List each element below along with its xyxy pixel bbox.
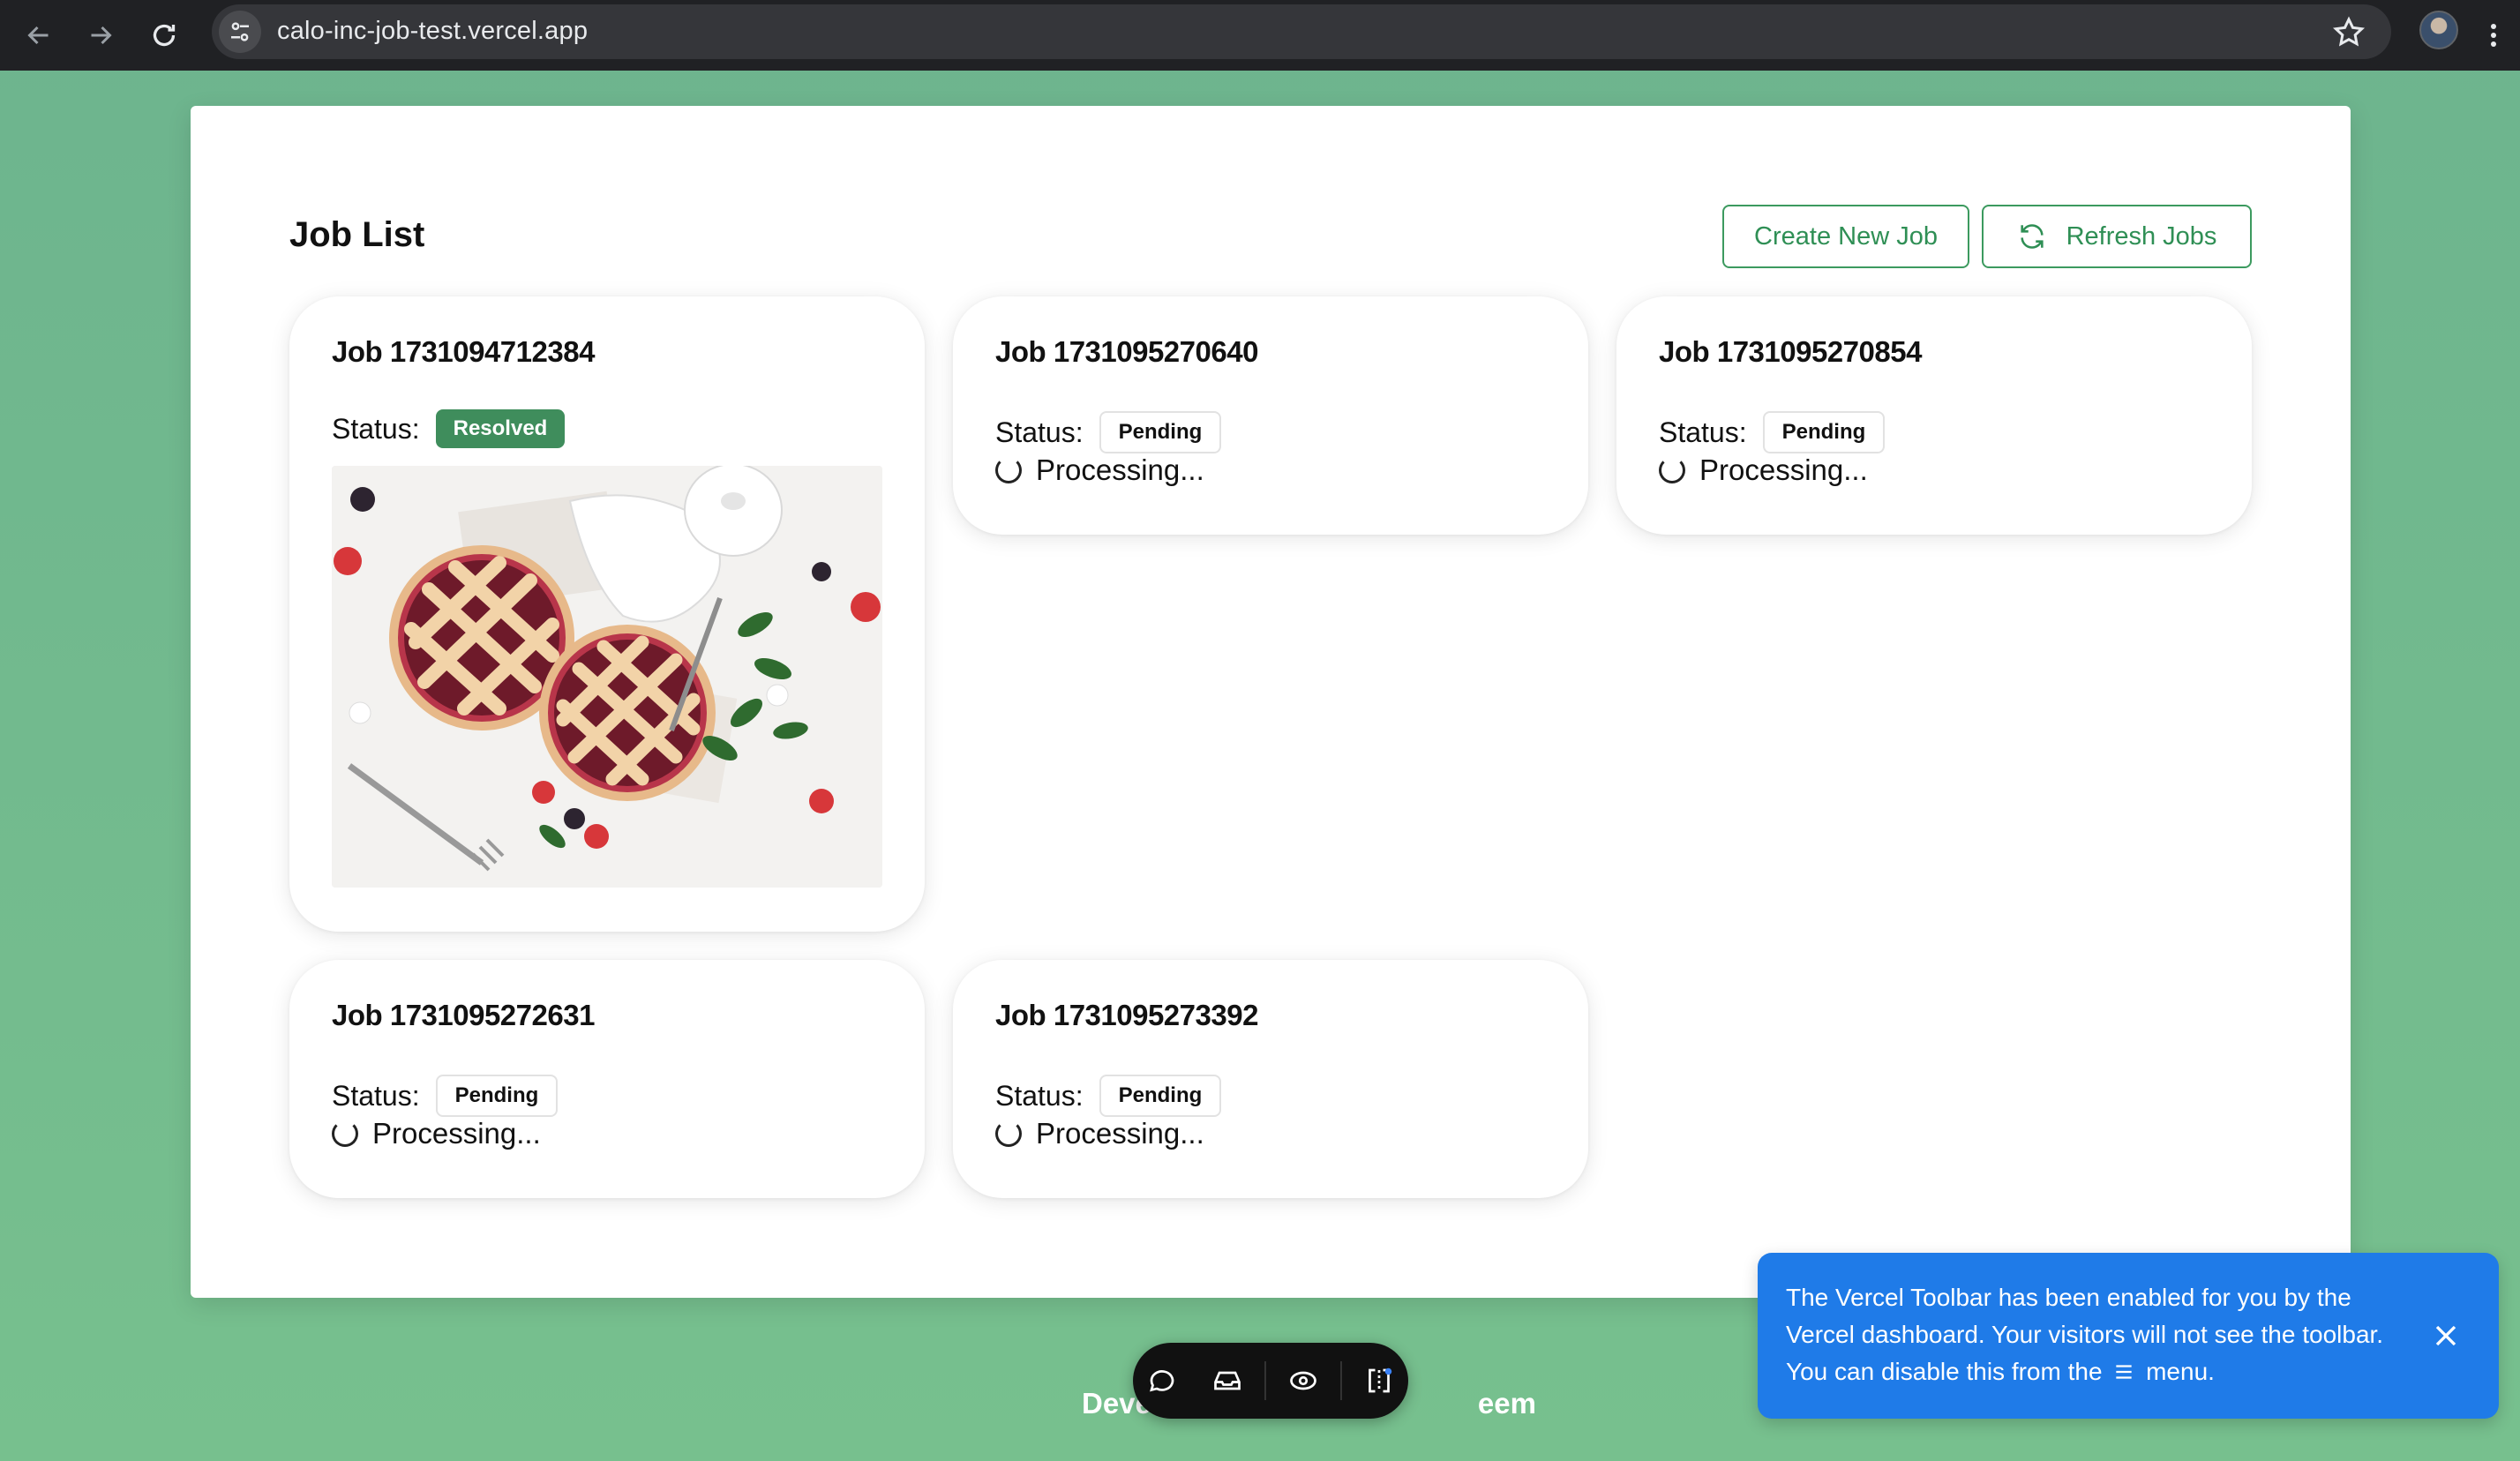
processing-indicator: Processing...	[1659, 453, 1868, 487]
create-new-job-button[interactable]: Create New Job	[1722, 205, 1969, 268]
preview-button[interactable]	[1275, 1352, 1331, 1409]
processing-indicator: Processing...	[995, 1117, 1204, 1150]
status-row: Status: Pending	[995, 411, 1222, 453]
job-title: Job 1731095272631	[332, 999, 595, 1031]
toast-message: The Vercel Toolbar has been enabled for …	[1786, 1284, 2384, 1385]
comment-icon	[1150, 1370, 1174, 1392]
arrow-right-icon	[91, 26, 112, 45]
reload-icon	[153, 24, 176, 47]
status-row: Status: Pending	[1659, 411, 1886, 453]
hamburger-menu-icon	[2116, 1365, 2132, 1379]
spinner-icon	[332, 1120, 358, 1147]
more-vertical-icon	[2491, 24, 2496, 47]
vercel-toolbar-toast: The Vercel Toolbar has been enabled for …	[1758, 1253, 2499, 1419]
profile-avatar[interactable]	[2419, 11, 2458, 49]
forward-button[interactable]	[78, 12, 124, 58]
job-list-panel: Job List Create New Job Refresh Jobs Job…	[191, 106, 2351, 1298]
processing-text: Processing...	[1036, 453, 1204, 486]
arrow-left-icon	[27, 26, 49, 45]
spinner-icon	[1659, 457, 1685, 483]
status-badge: Resolved	[435, 409, 566, 448]
comment-button[interactable]	[1134, 1352, 1190, 1409]
browser-menu-button[interactable]	[2478, 12, 2509, 58]
job-card: Job 1731095273392 Status: Pending Proces…	[953, 960, 1588, 1198]
vercel-toolbar	[1133, 1343, 1408, 1419]
url-text[interactable]: calo-inc-job-test.vercel.app	[277, 17, 588, 46]
status-label: Status:	[1659, 416, 1747, 448]
create-new-job-label: Create New Job	[1754, 221, 1938, 251]
refresh-jobs-label: Refresh Jobs	[2066, 221, 2217, 251]
reload-button[interactable]	[141, 12, 187, 58]
footer-text-right: eem	[1477, 1387, 1536, 1420]
status-label: Status:	[332, 412, 420, 445]
job-title: Job 1731095273392	[995, 999, 1258, 1031]
job-card: Job 1731094712384 Status: Resolved	[289, 296, 925, 932]
processing-text: Processing...	[372, 1117, 541, 1150]
toast-message-end: menu.	[2146, 1358, 2215, 1385]
job-card: Job 1731095270640 Status: Pending Proces…	[953, 296, 1588, 535]
layout-icon	[1369, 1367, 1392, 1393]
processing-indicator: Processing...	[995, 453, 1204, 487]
job-title: Job 1731094712384	[332, 335, 595, 368]
eye-icon	[1290, 1371, 1316, 1390]
close-icon[interactable]	[2428, 1318, 2464, 1353]
status-badge: Pending	[1762, 411, 1886, 453]
spinner-icon	[995, 1120, 1022, 1147]
job-card: Job 1731095270854 Status: Pending Proces…	[1616, 296, 2252, 535]
inbox-button[interactable]	[1199, 1352, 1256, 1409]
processing-text: Processing...	[1699, 453, 1868, 486]
toolbar-divider	[1340, 1361, 1342, 1400]
status-badge: Pending	[435, 1075, 559, 1117]
status-label: Status:	[995, 1079, 1084, 1112]
inbox-icon	[1214, 1371, 1241, 1390]
address-bar[interactable]: calo-inc-job-test.vercel.app	[212, 4, 2391, 59]
back-button[interactable]	[16, 12, 62, 58]
site-info-button[interactable]	[219, 11, 261, 53]
processing-text: Processing...	[1036, 1117, 1204, 1150]
page-title: Job List	[289, 215, 425, 254]
pie-photo-illustration	[332, 466, 882, 888]
status-label: Status:	[332, 1079, 420, 1112]
job-title: Job 1731095270640	[995, 335, 1258, 368]
job-result-image	[332, 466, 882, 888]
status-row: Status: Pending	[995, 1075, 1222, 1117]
status-label: Status:	[995, 416, 1084, 448]
spinner-icon	[995, 457, 1022, 483]
refresh-jobs-button[interactable]: Refresh Jobs	[1982, 205, 2252, 268]
processing-indicator: Processing...	[332, 1117, 541, 1150]
bookmark-star-icon[interactable]	[2331, 15, 2366, 50]
status-row: Status: Pending	[332, 1075, 559, 1117]
status-badge: Pending	[1099, 1075, 1222, 1117]
job-title: Job 1731095270854	[1659, 335, 1922, 368]
toolbar-divider	[1264, 1361, 1266, 1400]
toolbar-menu-button[interactable]	[1351, 1352, 1407, 1409]
refresh-icon	[2020, 224, 2044, 249]
job-card: Job 1731095272631 Status: Pending Proces…	[289, 960, 925, 1198]
browser-toolbar: calo-inc-job-test.vercel.app	[0, 0, 2520, 71]
status-row: Status: Resolved	[332, 409, 566, 448]
tune-icon	[231, 22, 249, 41]
status-badge: Pending	[1099, 411, 1222, 453]
